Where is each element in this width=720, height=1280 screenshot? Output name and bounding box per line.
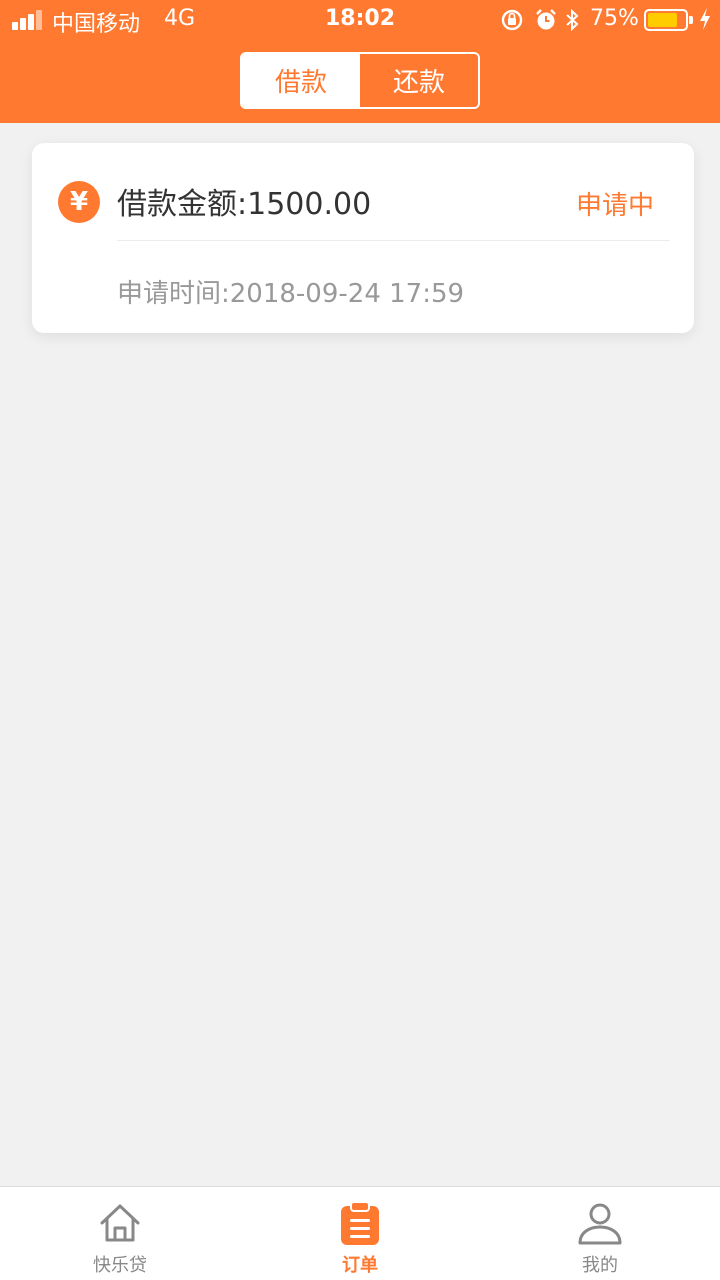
battery-percent: 75%: [590, 6, 639, 31]
yen-icon: ¥: [58, 181, 100, 223]
card-divider: [117, 240, 670, 241]
battery-icon: [644, 9, 693, 31]
tabbar-item-home[interactable]: 快乐贷: [0, 1187, 240, 1280]
loan-amount: 借款金额:1500.00: [117, 187, 372, 222]
tab-borrow[interactable]: 借款: [242, 54, 360, 107]
tabbar-label-profile: 我的: [582, 1255, 618, 1276]
charging-icon: [700, 8, 710, 30]
tabbar-item-profile[interactable]: 我的: [480, 1187, 720, 1280]
order-card[interactable]: ¥ 借款金额:1500.00 申请中 申请时间:2018-09-24 17:59: [32, 143, 694, 333]
order-status: 申请中: [575, 191, 654, 221]
rotation-lock-icon: [501, 9, 523, 31]
tab-repay[interactable]: 还款: [360, 54, 478, 107]
tabbar-item-orders[interactable]: 订单: [240, 1187, 480, 1280]
status-bar: 中国移动 4G 18:02 75%: [0, 0, 720, 40]
apply-time: 申请时间:2018-09-24 17:59: [117, 279, 465, 309]
clipboard-icon: [341, 1201, 379, 1245]
user-icon: [578, 1203, 622, 1245]
bottom-tab-bar: 快乐贷 订单 我的: [0, 1186, 720, 1280]
alarm-icon: [536, 9, 556, 30]
home-icon: [100, 1204, 140, 1242]
tabbar-label-orders: 订单: [342, 1255, 378, 1276]
loan-repay-segmented-control: 借款 还款: [240, 52, 480, 109]
tabbar-label-home: 快乐贷: [93, 1255, 147, 1276]
bluetooth-icon: [566, 8, 579, 32]
app-header: 中国移动 4G 18:02 75% 借款 还款: [0, 0, 720, 123]
